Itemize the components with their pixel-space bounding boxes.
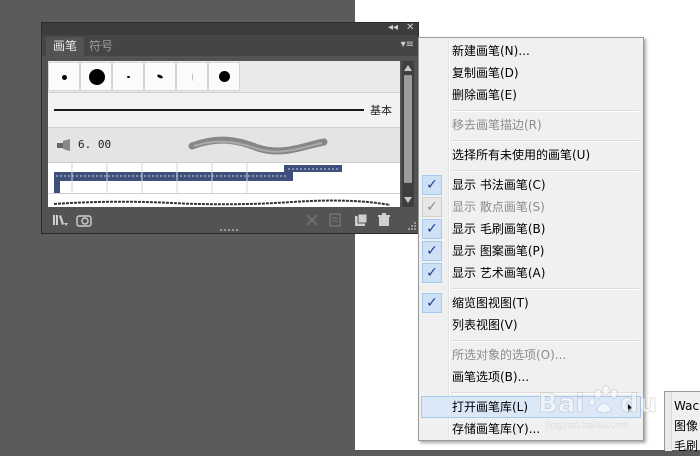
scroll-thumb[interactable] (404, 75, 412, 183)
panel-tabbar: 画笔 符号 ▾≡ (42, 35, 418, 56)
remove-brush-stroke-icon[interactable] (304, 213, 320, 227)
watermark-text-du: du (620, 389, 657, 419)
brush-library-panel-icon[interactable] (76, 213, 92, 227)
menu-item-show-art[interactable]: ✓ 显示 艺术画笔(A) (421, 262, 641, 284)
checkmark-icon: ✓ (422, 263, 442, 283)
menu-item-show-bristle[interactable]: ✓ 显示 毛刷画笔(B) (421, 218, 641, 240)
menu-item-thumbnail-view[interactable]: ✓ 缩览图视图(T) (421, 292, 641, 314)
panel-titlebar[interactable]: ◂◂ ✕ (42, 21, 418, 35)
menu-separator (451, 170, 639, 172)
submenu-item-image[interactable]: 图像 (674, 416, 698, 436)
brush-libraries-menu-icon[interactable] (52, 213, 68, 227)
panel-corner-grip[interactable] (408, 222, 417, 231)
close-panel-icon[interactable]: ✕ (406, 21, 414, 35)
menu-item-show-calligraphic[interactable]: ✓ 显示 书法画笔(C) (421, 174, 641, 196)
bristle-brush-icon (57, 139, 70, 151)
watermark-subtext: jingyan.baidu.com (545, 421, 629, 431)
checkmark-icon: ✓ (422, 175, 442, 195)
menu-separator (451, 110, 639, 112)
bristle-stroke-preview (188, 136, 328, 155)
menu-item-show-scatter: ✓ 显示 散点画笔(S) (421, 196, 641, 218)
menu-item-delete-brush[interactable]: 删除画笔(E) (421, 84, 641, 106)
watermark-text-bai: Bai (538, 389, 584, 419)
calligraphic-brush-3[interactable] (112, 62, 144, 91)
menu-item-select-unused[interactable]: 选择所有未使用的画笔(U) (421, 144, 641, 166)
panel-menu-icon[interactable]: ▾≡ (401, 39, 414, 50)
calligraphic-brush-5[interactable] (176, 62, 208, 91)
menu-item-duplicate-brush[interactable]: 复制画笔(D) (421, 62, 641, 84)
menu-item-new-brush[interactable]: 新建画笔(N)... (421, 40, 641, 62)
art-brush-row[interactable] (48, 194, 400, 207)
delete-brush-icon[interactable] (376, 213, 392, 227)
pattern-stroke-preview (54, 163, 342, 193)
new-brush-icon[interactable] (352, 213, 368, 227)
baidu-paw-logo: Bai du jingyan.baidu.com (538, 385, 658, 431)
basic-brush-row[interactable]: 基本 (48, 93, 400, 128)
scroll-down-icon[interactable] (404, 197, 412, 203)
tab-brushes[interactable]: 画笔 (46, 37, 85, 56)
basic-brush-label: 基本 (370, 104, 392, 117)
scroll-up-icon[interactable] (404, 65, 412, 71)
submenu-item-bristle[interactable]: 毛刷 (674, 436, 698, 456)
checkmark-icon: ✓ (422, 293, 442, 313)
menu-item-selected-object-options: 所选对象的选项(O)... (452, 348, 567, 362)
checkmark-icon: ✓ (422, 219, 442, 239)
checkmark-icon: ✓ (422, 241, 442, 261)
panel-resize-grip[interactable] (220, 228, 240, 233)
art-stroke-preview (53, 199, 391, 206)
basic-stroke-preview (54, 109, 364, 111)
checkmark-icon: ✓ (422, 197, 442, 217)
collapse-panel-icon[interactable]: ◂◂ (388, 21, 398, 35)
calligraphic-brush-4[interactable] (144, 62, 176, 91)
brush-library-submenu: Wac 图像 毛刷 (664, 391, 700, 453)
menu-item-list-view[interactable]: 列表视图(V) (421, 314, 641, 336)
brush-list: 基本 6. 00 (48, 61, 400, 207)
brush-options-icon[interactable] (327, 213, 343, 227)
calligraphic-brush-6[interactable] (208, 62, 240, 91)
menu-item-show-pattern[interactable]: ✓ 显示 图案画笔(P) (421, 240, 641, 262)
menu-separator (451, 340, 639, 342)
bristle-brush-row[interactable]: 6. 00 (48, 128, 400, 163)
brush-list-scrollbar[interactable] (402, 61, 414, 207)
pattern-brush-row[interactable] (48, 163, 400, 194)
menu-separator (451, 288, 639, 290)
menu-item-remove-brush-stroke: 移去画笔描边(R) (452, 118, 542, 132)
menu-separator (451, 140, 639, 142)
calligraphic-brush-1[interactable] (48, 62, 80, 91)
bristle-brush-size: 6. 00 (78, 138, 112, 151)
submenu-item-wacom[interactable]: Wac (674, 396, 699, 416)
calligraphic-brushes-row (48, 61, 400, 93)
tab-symbols[interactable]: 符号 (82, 37, 120, 56)
baidu-watermark: Bai du jingyan.baidu.com (538, 376, 658, 434)
brushes-panel: ◂◂ ✕ 画笔 符号 ▾≡ 基本 6. 00 (41, 22, 419, 234)
calligraphic-brush-2[interactable] (80, 62, 112, 91)
